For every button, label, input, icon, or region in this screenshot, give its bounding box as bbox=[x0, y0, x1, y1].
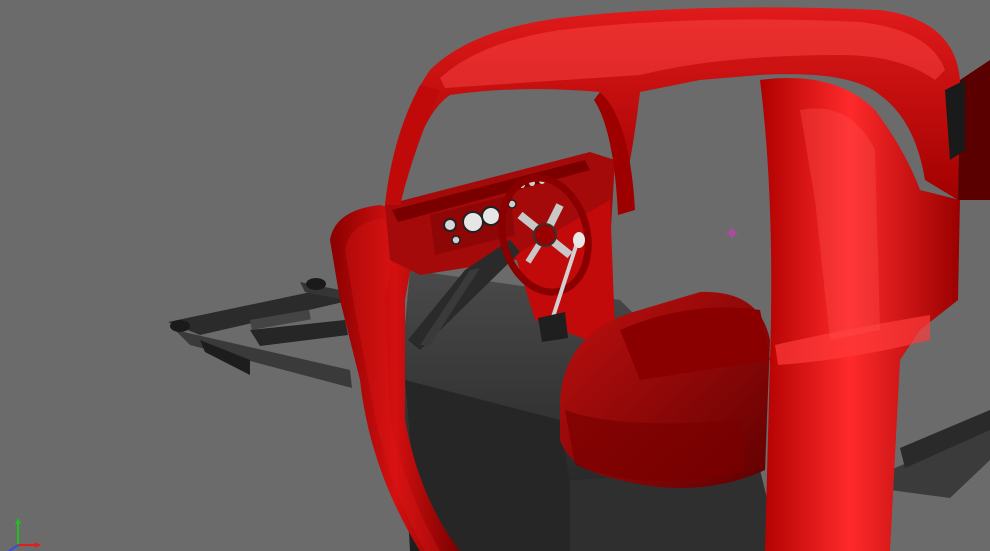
3d-viewport[interactable] bbox=[0, 0, 990, 551]
pivot-marker-icon[interactable] bbox=[726, 227, 738, 239]
front-chassis[interactable] bbox=[168, 278, 352, 388]
rear-frame-rail[interactable] bbox=[890, 410, 990, 498]
axis-gizmo-icon bbox=[8, 518, 41, 551]
scene-render[interactable] bbox=[0, 0, 990, 551]
